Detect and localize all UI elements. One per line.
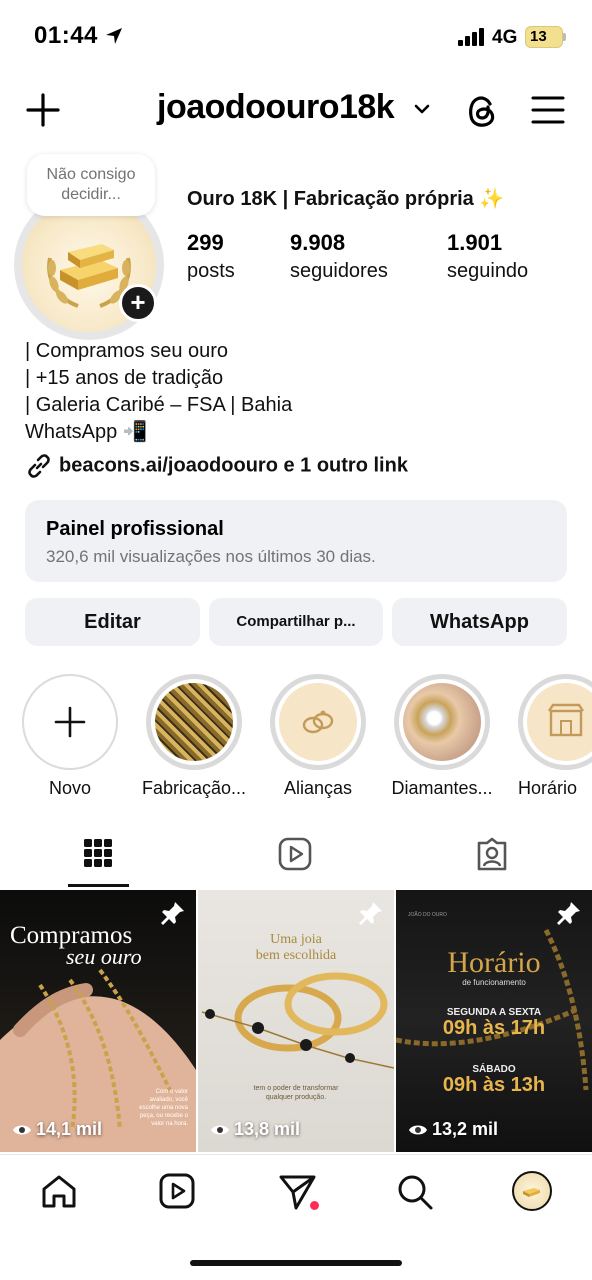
bracelets-image: [201, 972, 394, 1069]
whatsapp-button[interactable]: WhatsApp: [392, 598, 567, 646]
stat-followers[interactable]: 9.908 seguidores: [290, 230, 388, 283]
post-views-count: 13,2 mil: [432, 1119, 499, 1139]
battery-icon: 13: [525, 26, 563, 48]
notification-dot: [310, 1201, 319, 1210]
username-title[interactable]: joaodoouro18k: [157, 88, 395, 127]
bio-line: | Galeria Caribé – FSA | Bahia: [25, 394, 293, 416]
home-icon[interactable]: [40, 1173, 78, 1211]
eye-icon: [13, 1125, 31, 1135]
network-type: 4G: [492, 27, 518, 48]
schedule-hours: 09h às 13h: [442, 1074, 546, 1096]
highlight-label: Horário: [518, 778, 578, 798]
pin-icon: [557, 902, 580, 925]
stat-following-value: 1.901: [447, 230, 503, 255]
post-views-count: 14,1 mil: [36, 1119, 103, 1139]
rings-icon: [302, 710, 334, 734]
edit-profile-button[interactable]: Editar: [25, 598, 200, 646]
plus-icon: [54, 706, 86, 738]
bio-line: | +15 anos de tradição: [25, 367, 224, 389]
post-caption: Com o valor avaliado, você escolhe uma n…: [139, 1088, 188, 1128]
stat-following[interactable]: 1.901 seguindo: [447, 230, 528, 283]
stat-posts-label: posts: [187, 260, 235, 282]
post-caption: tem o poder de transformar: [253, 1085, 339, 1092]
post-tile[interactable]: Uma joia bem escolhida tem o poder de tr…: [198, 890, 394, 1152]
status-bar: 01:44 4G 13: [0, 0, 592, 76]
location-arrow-icon: [106, 28, 122, 44]
post-caption: qualquer produção.: [265, 1094, 327, 1101]
bio-link-text[interactable]: beacons.ai/joaodoouro e 1 outro link: [59, 454, 408, 476]
chevron-down-icon[interactable]: [413, 102, 431, 116]
dashboard-subtitle: 320,6 mil visualizações nos últimos 30 d…: [46, 547, 376, 566]
post-views: 13,2 mil: [408, 1119, 498, 1140]
profile-header: joaodoouro18k: [0, 80, 592, 140]
stat-following-label: seguindo: [447, 260, 529, 282]
bio-link[interactable]: beacons.ai/joaodoouro e 1 outro link: [25, 452, 408, 480]
post-subtitle: de funcionamento: [462, 978, 526, 987]
post-views: 13,8 mil: [210, 1119, 300, 1140]
bio-line: WhatsApp 📲: [25, 421, 148, 443]
highlight-cover-chains: [155, 683, 233, 761]
profile-name: Ouro 18K | Fabricação própria ✨: [187, 188, 505, 210]
plus-icon[interactable]: [25, 92, 61, 128]
bio: | Compramos seu ouro | +15 anos de tradi…: [25, 338, 292, 446]
reels-tab-icon[interactable]: [278, 837, 312, 871]
schedule-hours: 09h às 17h: [442, 1017, 546, 1039]
share-profile-button[interactable]: Compartilhar p...: [209, 598, 383, 646]
tagged-icon[interactable]: [475, 837, 509, 871]
brand-label: JOÃO DO OURO: [408, 912, 447, 918]
caption-line: valor na hora.: [151, 1121, 188, 1127]
highlight-cover-rings: [279, 683, 357, 761]
stat-posts-value: 299: [187, 230, 224, 255]
gold-bars-logo: [523, 1188, 540, 1197]
dashboard-title: Painel profissional: [46, 518, 224, 540]
active-tab-indicator: [68, 884, 129, 887]
post-title-italic: seu ouro: [66, 944, 142, 969]
bio-line: | Compramos seu ouro: [25, 340, 229, 362]
post-tile[interactable]: JOÃO DO OURO Horário de funcionamento SE…: [396, 890, 592, 1152]
eye-icon: [211, 1125, 229, 1135]
note-bubble[interactable]: Não consigo decidir...: [27, 154, 155, 216]
caption-line: avaliado, você: [149, 1097, 188, 1103]
stat-followers-label: seguidores: [290, 260, 388, 282]
eye-icon: [409, 1125, 427, 1135]
profile-avatar[interactable]: [512, 1171, 552, 1211]
professional-dashboard[interactable]: Painel profissional 320,6 mil visualizaç…: [25, 500, 567, 582]
highlight-label: Fabricação...: [141, 778, 247, 798]
highlight-label: Novo: [48, 778, 92, 798]
post-title: Horário: [447, 946, 541, 979]
stat-posts[interactable]: 299 posts: [187, 230, 235, 283]
grid-icon[interactable]: [83, 838, 113, 868]
status-time: 01:44: [34, 22, 98, 49]
home-indicator: [190, 1260, 402, 1266]
post-tile[interactable]: Compramos seu ouro Com o valor avaliado,…: [0, 890, 196, 1152]
highlight-label: Alianças: [283, 778, 353, 798]
highlight-cover-diamond: [403, 683, 481, 761]
search-icon[interactable]: [396, 1173, 434, 1211]
stat-followers-value: 9.908: [290, 230, 346, 255]
add-story-button[interactable]: +: [119, 284, 157, 322]
battery-tip: [563, 33, 566, 41]
post-grid: Compramos seu ouro Com o valor avaliado,…: [0, 890, 592, 1152]
reels-icon[interactable]: [159, 1173, 195, 1209]
caption-line: Com o valor: [155, 1089, 188, 1095]
caption-line: escolhe uma nova: [139, 1105, 188, 1111]
caption-line: peça, ou recebe o: [139, 1113, 188, 1119]
highlight-label: Diamantes...: [391, 778, 493, 798]
content-tabs: [0, 832, 592, 890]
link-icon: [28, 454, 50, 478]
signal-bars-icon: [458, 28, 484, 46]
threads-icon[interactable]: [464, 92, 500, 130]
post-views-count: 13,8 mil: [234, 1119, 301, 1139]
menu-icon[interactable]: [531, 95, 565, 125]
pin-icon: [359, 902, 382, 925]
pin-icon: [161, 902, 184, 925]
post-views: 14,1 mil: [12, 1119, 102, 1140]
